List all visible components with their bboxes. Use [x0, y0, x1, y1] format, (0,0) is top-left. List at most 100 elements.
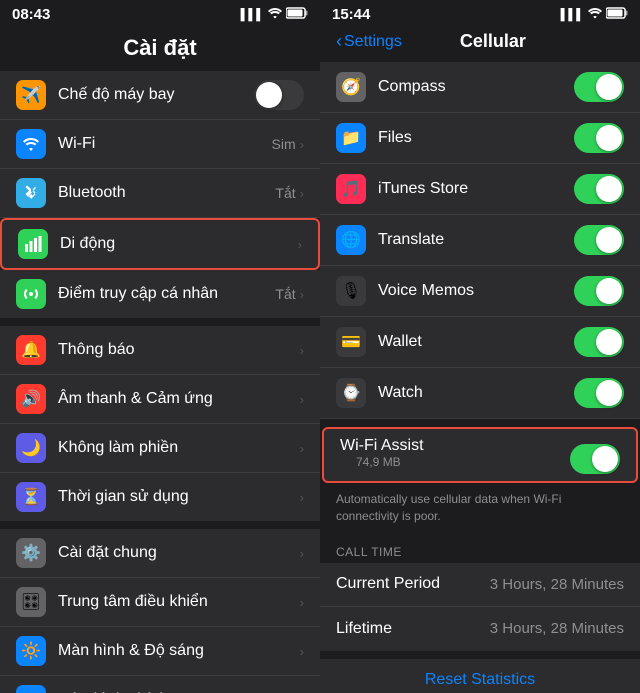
cellular-content: Di động [60, 235, 298, 253]
voicememos-toggle[interactable] [574, 276, 624, 306]
wifi-status-icon [268, 7, 282, 22]
watch-toggle[interactable] [574, 378, 624, 408]
wallet-toggle[interactable] [574, 327, 624, 357]
itunes-label: iTunes Store [378, 180, 574, 198]
translate-toggle[interactable] [574, 225, 624, 255]
row-hotspot[interactable]: Điểm truy cập cá nhân Tắt › [0, 270, 320, 318]
controlcenter-content: Trung tâm điều khiển [58, 593, 300, 611]
voicememos-icon: 🎙 [336, 276, 366, 306]
lifetime-label: Lifetime [336, 620, 490, 638]
controlcenter-chevron: › [300, 595, 304, 610]
screentime-content: Thời gian sử dụng [58, 488, 300, 506]
signal-icon: ▌▌▌ [241, 9, 264, 21]
general-label: Cài đặt chung [58, 544, 300, 562]
compass-toggle-knob [596, 74, 622, 100]
sounds-chevron: › [300, 392, 304, 407]
general-right: › [300, 546, 304, 561]
bluetooth-right: Tắt › [275, 185, 304, 201]
translate-icon: 🌐 [336, 225, 366, 255]
bluetooth-chevron: › [300, 186, 304, 201]
hotspot-chevron: › [300, 287, 304, 302]
lifetime-value: 3 Hours, 28 Minutes [490, 620, 624, 637]
settings-section-2: 🔔 Thông báo › 🔊 Âm thanh & Cảm ứng › 🌙 [0, 326, 320, 521]
dnd-label: Không làm phiền [58, 439, 300, 457]
reset-statistics-row[interactable]: Reset Statistics [320, 659, 640, 693]
bluetooth-value: Tắt [275, 185, 295, 201]
files-toggle-knob [596, 125, 622, 151]
itunes-toggle[interactable] [574, 174, 624, 204]
row-cellular[interactable]: Di động › [0, 218, 320, 270]
row-compass[interactable]: 🧭 Compass [320, 62, 640, 113]
gap-1 [0, 318, 320, 326]
wifi-assist-toggle[interactable] [570, 444, 620, 474]
row-itunes[interactable]: 🎵 iTunes Store [320, 164, 640, 215]
general-icon: ⚙️ [16, 538, 46, 568]
row-voicememos[interactable]: 🎙 Voice Memos [320, 266, 640, 317]
screentime-right: › [300, 490, 304, 505]
reset-statistics-label[interactable]: Reset Statistics [336, 671, 624, 689]
row-watch[interactable]: ⌚ Watch [320, 368, 640, 419]
row-current-period: Current Period 3 Hours, 28 Minutes [320, 563, 640, 607]
sounds-label: Âm thanh & Cảm ứng [58, 390, 300, 408]
wifi-assist-row[interactable]: Wi-Fi Assist 74,9 MB [322, 427, 638, 483]
watch-toggle-knob [596, 380, 622, 406]
row-wifi[interactable]: Wi-Fi Sim › [0, 120, 320, 169]
right-header: ‹ Settings Cellular [320, 27, 640, 62]
wifi-assist-toggle-knob [592, 446, 618, 472]
screentime-chevron: › [300, 490, 304, 505]
right-list[interactable]: 🧭 Compass 📁 Files 🎵 iTunes Store [320, 62, 640, 693]
files-label: Files [378, 129, 574, 147]
dnd-right: › [300, 441, 304, 456]
dnd-content: Không làm phiền [58, 439, 300, 457]
wallet-label: Wallet [378, 333, 574, 351]
hotspot-icon [16, 279, 46, 309]
row-bluetooth[interactable]: Bluetooth Tắt › [0, 169, 320, 218]
row-wallet[interactable]: 💳 Wallet [320, 317, 640, 368]
row-dnd[interactable]: 🌙 Không làm phiền › [0, 424, 320, 473]
left-panel: 08:43 ▌▌▌ Cài đặt ✈️ [0, 0, 320, 693]
controlcenter-label: Trung tâm điều khiển [58, 593, 300, 611]
compass-toggle[interactable] [574, 72, 624, 102]
airplane-icon: ✈️ [16, 80, 46, 110]
files-toggle[interactable] [574, 123, 624, 153]
wallet-toggle-knob [596, 329, 622, 355]
controlcenter-right: › [300, 595, 304, 610]
voicememos-label: Voice Memos [378, 282, 574, 300]
row-screentime[interactable]: ⏳ Thời gian sử dụng › [0, 473, 320, 521]
homescreen-icon [16, 685, 46, 693]
call-time-header: CALL TIME [320, 537, 640, 563]
airplane-toggle[interactable] [254, 80, 304, 110]
left-page-title: Cài đặt [16, 35, 304, 61]
display-label: Màn hình & Độ sáng [58, 642, 300, 660]
row-notifications[interactable]: 🔔 Thông báo › [0, 326, 320, 375]
row-sounds[interactable]: 🔊 Âm thanh & Cảm ứng › [0, 375, 320, 424]
wifi-assist-description: Automatically use cellular data when Wi-… [320, 483, 640, 537]
notifications-label: Thông báo [58, 341, 300, 359]
left-status-icons: ▌▌▌ [241, 7, 308, 22]
row-airplane[interactable]: ✈️ Chế độ máy bay [0, 71, 320, 120]
wifi-chevron: › [300, 137, 304, 152]
back-button[interactable]: ‹ Settings [336, 31, 402, 52]
row-general[interactable]: ⚙️ Cài đặt chung › [0, 529, 320, 578]
settings-list[interactable]: ✈️ Chế độ máy bay Wi-Fi [0, 71, 320, 693]
wifi-icon [16, 129, 46, 159]
row-controlcenter[interactable]: 🎛 Trung tâm điều khiển › [0, 578, 320, 627]
wifi-assist-inner: Wi-Fi Assist 74,9 MB [324, 429, 636, 481]
gap-2 [0, 521, 320, 529]
controlcenter-icon: 🎛 [16, 587, 46, 617]
bluetooth-label: Bluetooth [58, 184, 275, 202]
display-chevron: › [300, 644, 304, 659]
row-homescreen[interactable]: Màn hình chính › [0, 676, 320, 693]
right-status-bar: 15:44 ▌▌▌ [320, 0, 640, 27]
current-period-label: Current Period [336, 575, 490, 593]
wifi-assist-desc-text: Automatically use cellular data when Wi-… [336, 492, 561, 523]
cellular-chevron: › [298, 237, 302, 252]
dnd-icon: 🌙 [16, 433, 46, 463]
wifi-assist-title-block: Wi-Fi Assist 74,9 MB [340, 437, 424, 477]
row-display[interactable]: 🔆 Màn hình & Độ sáng › [0, 627, 320, 676]
wifi-value: Sim [272, 136, 296, 152]
wifi-assist-label: Wi-Fi Assist [340, 437, 424, 455]
row-translate[interactable]: 🌐 Translate [320, 215, 640, 266]
row-files[interactable]: 📁 Files [320, 113, 640, 164]
dnd-chevron: › [300, 441, 304, 456]
